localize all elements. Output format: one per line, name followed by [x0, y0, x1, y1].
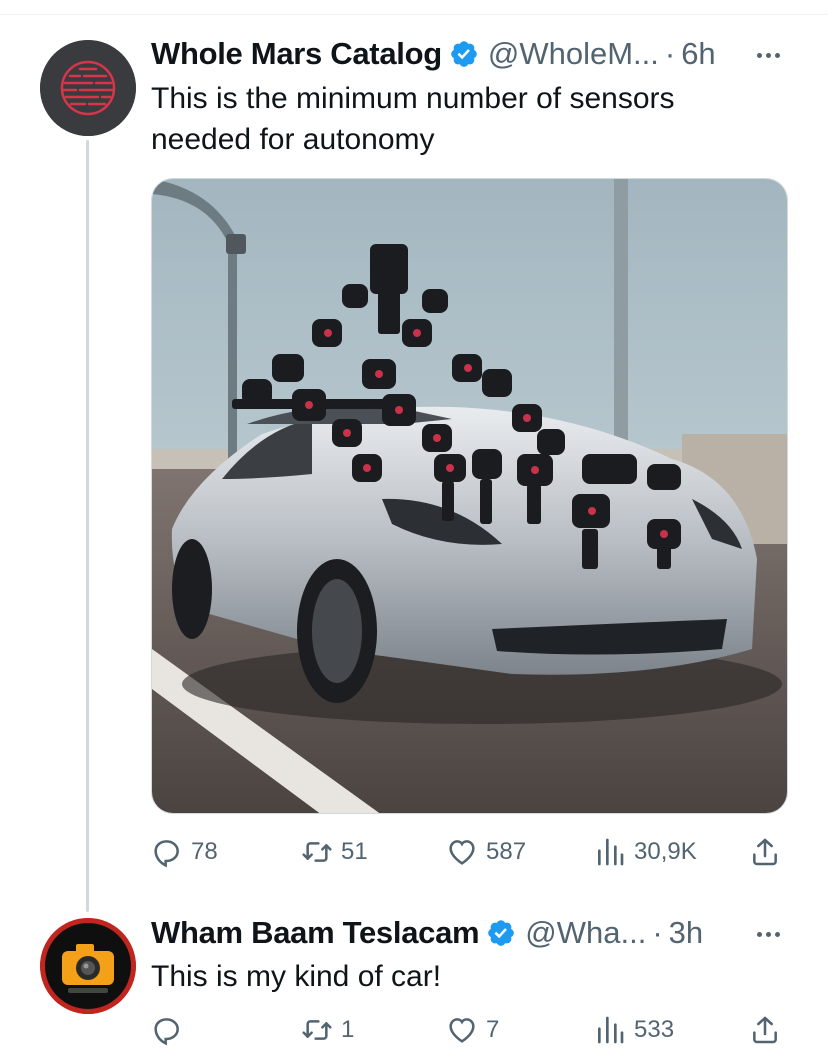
tweet-header: Whole Mars Catalog @WholeM... · 6h — [151, 34, 716, 74]
share-icon — [753, 1016, 777, 1044]
car-with-sensors-image — [152, 179, 787, 813]
separator-dot: · — [652, 915, 663, 950]
top-divider — [0, 14, 828, 15]
heart-icon — [449, 1018, 475, 1043]
heart-icon — [449, 840, 475, 865]
timestamp[interactable]: 6h — [681, 36, 715, 72]
mars-logo-icon — [40, 40, 136, 136]
author-handle[interactable]: @Wha... — [525, 915, 646, 951]
separator-dot: · — [664, 36, 676, 71]
reply-icon — [154, 840, 179, 868]
share-button[interactable] — [749, 1010, 789, 1050]
views-count: 30,9K — [634, 838, 697, 865]
retweet-icon — [302, 842, 332, 862]
timestamp[interactable]: 3h — [669, 915, 703, 951]
views-chart-icon — [598, 838, 624, 866]
verified-badge-icon — [488, 920, 515, 946]
tweet-actions: 1 7 533 — [151, 1010, 791, 1050]
retweet-button[interactable]: 51 — [301, 832, 368, 872]
thread-connector-line — [86, 140, 89, 912]
camera-logo-icon — [40, 918, 136, 1014]
views-button[interactable]: 533 — [594, 1010, 674, 1050]
like-count: 7 — [486, 1016, 500, 1043]
like-count: 587 — [486, 838, 527, 865]
avatar[interactable] — [40, 918, 136, 1014]
reply-icon — [154, 1018, 179, 1046]
tweet-actions: 78 51 587 30,9K — [151, 832, 791, 872]
share-button[interactable] — [749, 832, 789, 872]
tweet-text: This is my kind of car! — [151, 960, 442, 993]
like-button[interactable]: 587 — [446, 832, 526, 872]
retweet-button[interactable]: 1 — [301, 1010, 354, 1050]
views-count: 533 — [634, 1016, 675, 1043]
tweet-header: Wham Baam Teslacam @Wha... · 3h — [151, 913, 703, 953]
tweet-text: This is the minimum number of sensors ne… — [151, 82, 675, 156]
verified-badge-icon — [451, 41, 477, 67]
retweet-count: 1 — [341, 1016, 355, 1043]
author-handle[interactable]: @WholeM... — [488, 36, 659, 72]
like-button[interactable]: 7 — [446, 1010, 499, 1050]
author-name[interactable]: Wham Baam Teslacam — [151, 915, 480, 951]
retweet-count: 51 — [341, 838, 368, 865]
share-icon — [753, 838, 777, 866]
views-chart-icon — [598, 1016, 624, 1044]
views-button[interactable]: 30,9K — [594, 832, 697, 872]
more-options-icon[interactable] — [748, 919, 788, 949]
author-name[interactable]: Whole Mars Catalog — [151, 36, 442, 72]
more-options-icon[interactable] — [748, 40, 788, 70]
reply-button[interactable] — [151, 1010, 191, 1050]
reply-count: 78 — [191, 838, 218, 865]
avatar[interactable] — [40, 40, 136, 136]
tweet-image[interactable] — [151, 178, 788, 814]
reply-button[interactable]: 78 — [151, 832, 218, 872]
retweet-icon — [302, 1020, 332, 1040]
